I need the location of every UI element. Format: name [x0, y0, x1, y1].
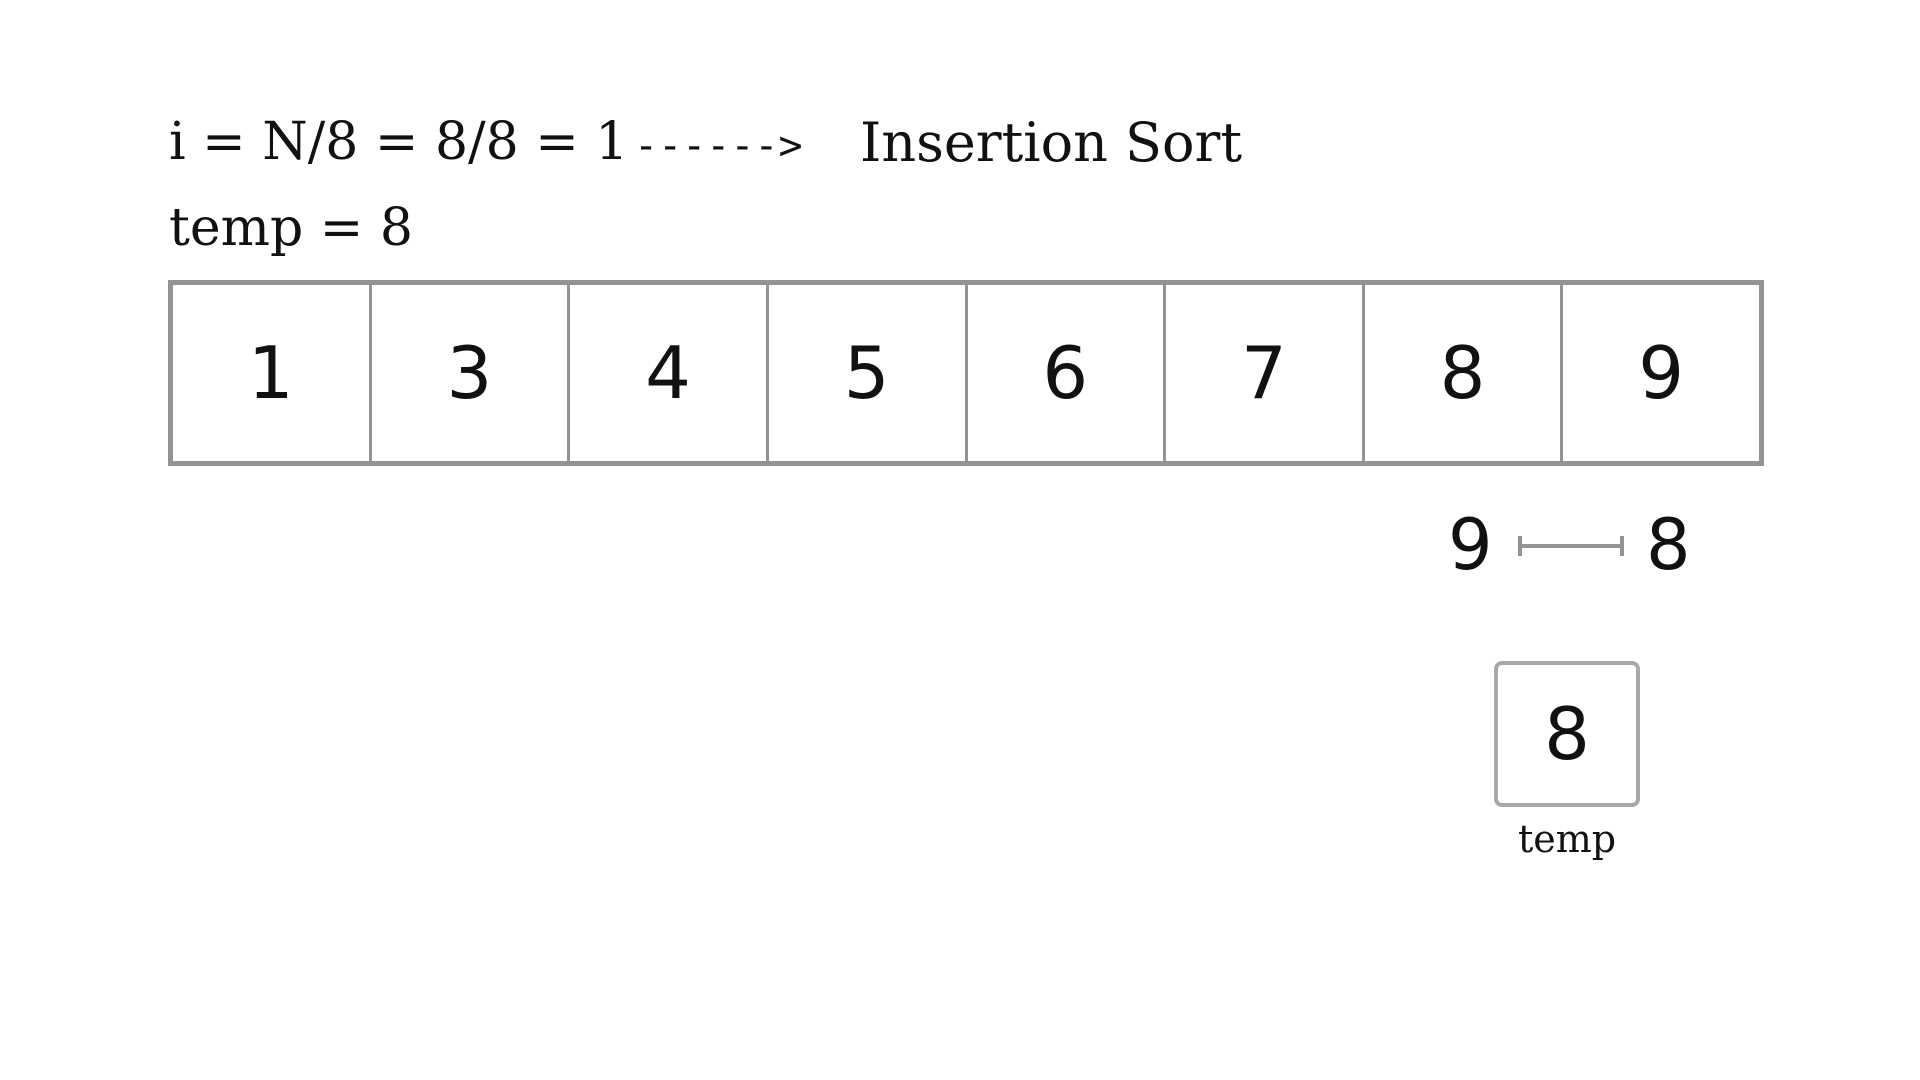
- array-cell: 5: [769, 285, 968, 461]
- array-cell: 9: [1638, 331, 1685, 415]
- algorithm-name: Insertion Sort: [860, 111, 1243, 174]
- horizontal-bar-connector-icon: [1518, 536, 1624, 556]
- swap-right-value: 8: [1646, 504, 1691, 586]
- array-cell: 1: [173, 285, 372, 461]
- array-cell: 6: [968, 285, 1167, 461]
- step-formula: i = N/8 = 8/8 = 1: [169, 112, 629, 172]
- array-cell: 7: [1166, 285, 1365, 461]
- temp-assignment: temp = 8: [169, 198, 413, 258]
- temp-box-value: 8: [1544, 692, 1590, 776]
- swap-left-value: 9: [1448, 504, 1493, 586]
- arrow-text: ------>: [634, 123, 803, 169]
- array-cell: 4: [570, 285, 769, 461]
- array-row: 1 3 4 5 6 7 8 9: [168, 280, 1764, 466]
- array-cell: 8: [1365, 285, 1564, 461]
- temp-caption: temp: [1517, 817, 1617, 861]
- array-cell: 3: [372, 285, 571, 461]
- diagram-canvas: i = N/8 = 8/8 = 1 ------> Insertion Sort…: [0, 0, 1920, 1080]
- temp-box: 8: [1494, 661, 1640, 807]
